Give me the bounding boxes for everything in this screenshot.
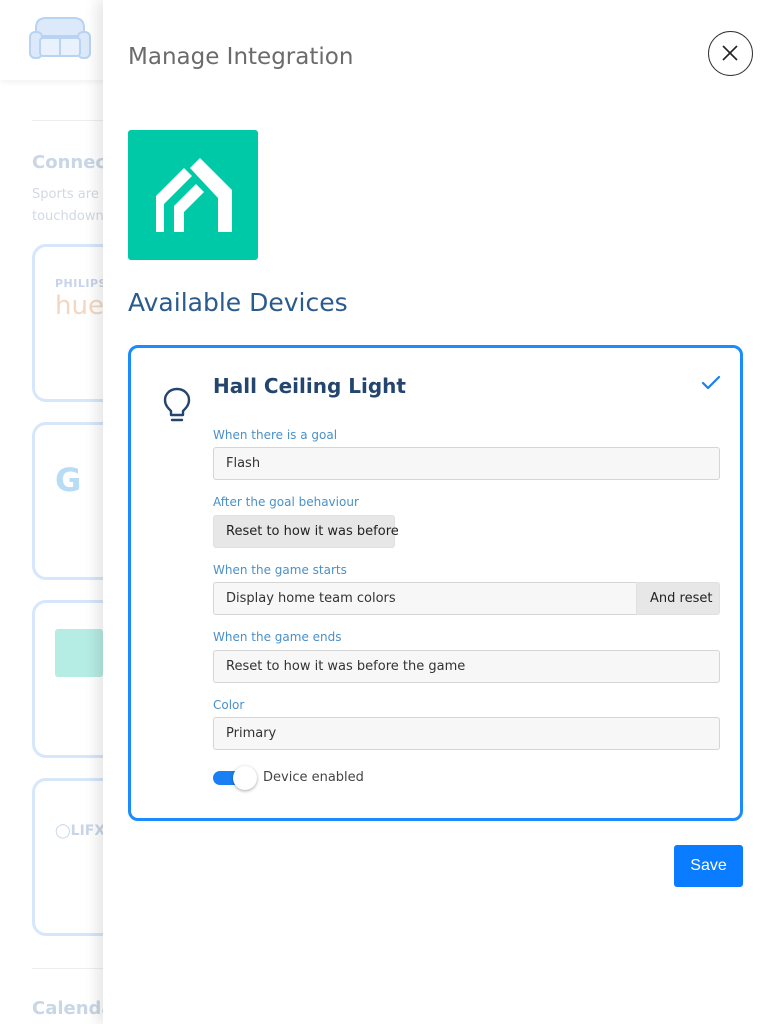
device-enabled-toggle[interactable] [213, 766, 257, 790]
lightbulb-icon [163, 387, 191, 422]
game-starts-field-label: When the game starts [213, 563, 347, 577]
manage-integration-panel: Manage Integration Available Devices Hal… [103, 0, 768, 1024]
device-enabled-label: Device enabled [263, 770, 364, 785]
color-select[interactable]: Primary [213, 717, 720, 750]
connect-section-text: touchdown [32, 209, 104, 224]
game-ends-select[interactable]: Reset to how it was before the game [213, 650, 720, 683]
color-field-label: Color [213, 698, 245, 712]
after-goal-button[interactable]: Reset to how it was before [213, 515, 399, 548]
g-logo-icon: G [55, 461, 82, 499]
toggle-knob [233, 766, 257, 790]
available-devices-title: Available Devices [128, 288, 348, 317]
modal-title: Manage Integration [128, 44, 354, 70]
calendar-section-title: Calenda [32, 998, 114, 1019]
and-reset-button[interactable]: And reset [636, 582, 720, 615]
device-card[interactable]: Hall Ceiling Light When there is a goal … [128, 345, 743, 821]
goal-field-label: When there is a goal [213, 428, 338, 442]
close-button[interactable] [708, 31, 753, 76]
close-icon [722, 45, 738, 61]
after-goal-field-label: After the goal behaviour [213, 495, 359, 509]
goal-select[interactable]: Flash [213, 447, 720, 480]
save-button[interactable]: Save [674, 845, 743, 887]
kasa-logo-icon [55, 629, 103, 677]
integration-logo [128, 130, 258, 260]
game-ends-field-label: When the game ends [213, 630, 342, 644]
connect-section-text: Sports are [32, 187, 99, 202]
lifx-brand-text: ◯LIFX [55, 823, 106, 839]
sofa-logo-icon[interactable] [28, 14, 92, 66]
philips-brand-text: PHILIPS [55, 277, 107, 290]
device-name: Hall Ceiling Light [213, 374, 406, 398]
game-starts-select[interactable]: Display home team colors [213, 582, 637, 615]
hue-brand-text: hue [55, 291, 104, 321]
checkmark-icon[interactable] [701, 375, 721, 391]
kasa-home-icon [156, 158, 232, 232]
